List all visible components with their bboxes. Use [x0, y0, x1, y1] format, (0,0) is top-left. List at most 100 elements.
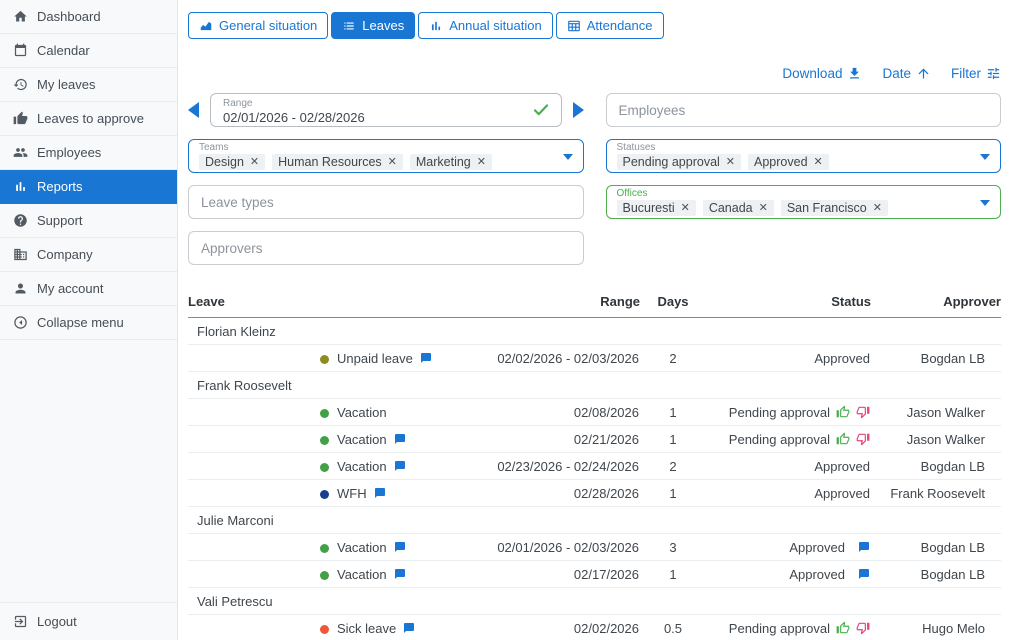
teams-chips: Design✕Human Resources✕Marketing✕: [199, 154, 557, 170]
sidebar-item-my-leaves[interactable]: My leaves: [0, 68, 177, 102]
tab-general-situation[interactable]: General situation: [188, 12, 328, 39]
tab-annual-situation[interactable]: Annual situation: [418, 12, 553, 39]
sidebar-item-label: Collapse menu: [37, 315, 124, 330]
comment-icon[interactable]: [403, 622, 415, 634]
status-comment-icon[interactable]: [858, 568, 870, 580]
leave-type-label: Vacation: [337, 459, 387, 474]
tab-attendance[interactable]: Attendance: [556, 12, 664, 39]
sidebar-item-company[interactable]: Company: [0, 238, 177, 272]
comment-icon[interactable]: [394, 433, 406, 445]
remove-chip-icon[interactable]: ✕: [759, 203, 768, 214]
statuses-label: Statuses: [617, 142, 975, 154]
sidebar-item-calendar[interactable]: Calendar: [0, 34, 177, 68]
status-cell: Approved: [706, 480, 871, 507]
employee-name: Julie Marconi: [188, 507, 1001, 534]
leave-row[interactable]: Sick leave02/02/20260.5Pending approvalH…: [188, 615, 1001, 640]
remove-chip-icon[interactable]: ✕: [250, 157, 259, 168]
leave-dot: [320, 409, 329, 418]
days-cell: 1: [640, 561, 706, 588]
leave-row[interactable]: WFH02/28/20261ApprovedFrank Roosevelt: [188, 480, 1001, 507]
app-window: Dashboard Calendar My leaves Leaves to appr…: [0, 0, 1024, 640]
statuses-select[interactable]: Statuses Pending approval✕Approved✕: [606, 139, 1002, 173]
status-cell: Pending approval: [706, 615, 871, 640]
history-icon: [13, 77, 28, 92]
range-label: Range: [223, 98, 521, 110]
sidebar-item-label: Calendar: [37, 43, 90, 58]
leave-row[interactable]: Unpaid leave02/02/2026 - 02/03/20262Appr…: [188, 345, 1001, 372]
sidebar-nav: Dashboard Calendar My leaves Leaves to appr…: [0, 0, 177, 340]
sidebar-item-dashboard[interactable]: Dashboard: [0, 0, 177, 34]
sidebar-item-label: Leaves to approve: [37, 111, 144, 126]
sidebar-item-employees[interactable]: Employees: [0, 136, 177, 170]
remove-chip-icon[interactable]: ✕: [477, 157, 486, 168]
status-comment-icon[interactable]: [858, 541, 870, 553]
status-label: Approved: [789, 540, 845, 555]
chevron-down-icon[interactable]: [980, 200, 990, 206]
logout-button[interactable]: Logout: [0, 602, 177, 640]
leave-row[interactable]: Vacation02/17/20261ApprovedBogdan LB: [188, 561, 1001, 588]
comment-icon[interactable]: [420, 352, 432, 364]
next-range-button[interactable]: [573, 102, 584, 118]
employees-select[interactable]: Employees: [606, 93, 1002, 127]
comment-icon[interactable]: [394, 460, 406, 472]
reject-thumb-down-icon[interactable]: [856, 405, 870, 419]
status-content: Approved: [789, 567, 870, 582]
reject-thumb-down-icon[interactable]: [856, 432, 870, 446]
status-content: Approved: [814, 351, 870, 366]
approve-thumb-up-icon[interactable]: [836, 405, 850, 419]
approve-thumb-up-icon[interactable]: [836, 432, 850, 446]
thumb-up-filled-icon: [13, 111, 28, 126]
remove-chip-icon[interactable]: ✕: [388, 157, 397, 168]
sidebar-item-support[interactable]: Support: [0, 204, 177, 238]
leave-row[interactable]: Vacation02/08/20261Pending approvalJason…: [188, 399, 1001, 426]
leave-types-select[interactable]: Leave types: [188, 185, 584, 219]
leave-dot: [320, 625, 329, 634]
chevron-down-icon[interactable]: [563, 154, 573, 160]
sidebar-item-collapse-menu[interactable]: Collapse menu: [0, 306, 177, 340]
range-cell: 02/28/2026: [488, 480, 640, 507]
range-picker[interactable]: Range 02/01/2026 - 02/28/2026: [210, 93, 562, 127]
sidebar: Dashboard Calendar My leaves Leaves to appr…: [0, 0, 178, 640]
leave-row[interactable]: Vacation02/21/20261Pending approvalJason…: [188, 426, 1001, 453]
leave-dot: [320, 490, 329, 499]
leave-type-label: Vacation: [337, 405, 387, 420]
filters-panel: Range 02/01/2026 - 02/28/2026 Employees …: [188, 93, 1001, 265]
tab-leaves[interactable]: Leaves: [331, 12, 415, 39]
filter-chip: Design✕: [199, 154, 265, 170]
chevron-down-icon[interactable]: [980, 154, 990, 160]
sidebar-item-my-account[interactable]: My account: [0, 272, 177, 306]
status-cell: Approved: [706, 453, 871, 480]
comment-icon[interactable]: [374, 487, 386, 499]
remove-chip-icon[interactable]: ✕: [873, 203, 882, 214]
teams-select[interactable]: Teams Design✕Human Resources✕Marketing✕: [188, 139, 584, 173]
reject-thumb-down-icon[interactable]: [856, 621, 870, 635]
date-sort-link[interactable]: Date: [882, 66, 931, 81]
download-link[interactable]: Download: [782, 66, 862, 81]
comment-icon[interactable]: [394, 541, 406, 553]
remove-chip-icon[interactable]: ✕: [814, 157, 823, 168]
offices-select[interactable]: Offices Bucuresti✕Canada✕San Francisco✕: [606, 185, 1002, 219]
remove-chip-icon[interactable]: ✕: [726, 157, 735, 168]
leave-type-cell: Vacation: [188, 534, 488, 561]
status-content: Approved: [814, 486, 870, 501]
sidebar-item-leaves-to-approve[interactable]: Leaves to approve: [0, 102, 177, 136]
leave-row[interactable]: Vacation02/23/2026 - 02/24/20262Approved…: [188, 453, 1001, 480]
remove-chip-icon[interactable]: ✕: [681, 203, 690, 214]
toolbar: Download Date Filter: [188, 66, 1001, 81]
comment-icon[interactable]: [394, 568, 406, 580]
range-cell: 02/21/2026: [488, 426, 640, 453]
leave-row[interactable]: Vacation02/01/2026 - 02/03/20263Approved…: [188, 534, 1001, 561]
leave-type-label: WFH: [337, 486, 367, 501]
sidebar-item-reports[interactable]: Reports: [0, 170, 177, 204]
leave-type-cell: Vacation: [188, 453, 488, 480]
prev-range-button[interactable]: [188, 102, 199, 118]
filter-sliders-icon: [986, 66, 1001, 81]
filter-link[interactable]: Filter: [951, 66, 1001, 81]
range-cell: 02/02/2026 - 02/03/2026: [488, 345, 640, 372]
logout-icon: [13, 614, 28, 629]
company-icon: [13, 247, 28, 262]
filter-chip: Canada✕: [703, 200, 774, 216]
col-header-leave: Leave: [188, 289, 488, 318]
approve-thumb-up-icon[interactable]: [836, 621, 850, 635]
approvers-select[interactable]: Approvers: [188, 231, 584, 265]
